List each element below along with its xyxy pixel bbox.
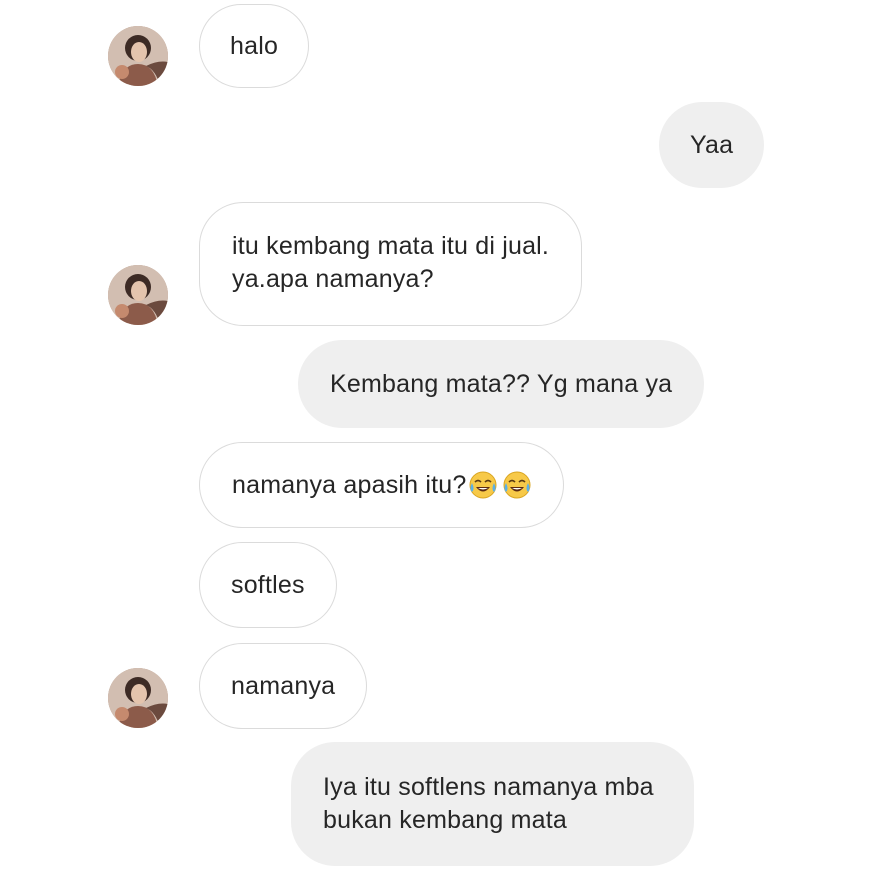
message-bubble-incoming[interactable]: itu kembang mata itu di jual. ya.apa nam… bbox=[199, 202, 583, 326]
message-bubble-outgoing[interactable]: Yaa bbox=[659, 102, 765, 188]
face-with-tears-of-joy-icon bbox=[468, 471, 497, 499]
message-bubble-incoming[interactable]: halo bbox=[199, 4, 310, 88]
message-text: namanya bbox=[231, 671, 336, 700]
avatar[interactable] bbox=[108, 26, 168, 86]
message-text: softles bbox=[231, 570, 305, 599]
message-bubble-incoming[interactable]: softles bbox=[199, 542, 337, 628]
message-text: halo bbox=[230, 31, 279, 60]
avatar[interactable] bbox=[108, 668, 168, 728]
face-with-tears-of-joy-icon bbox=[502, 471, 531, 499]
message-bubble-outgoing[interactable]: Iya itu softlens namanya mba bukan kemba… bbox=[291, 742, 694, 866]
message-text: namanya apasih itu? bbox=[232, 470, 467, 499]
message-text-line: ya.apa namanya? bbox=[232, 265, 434, 293]
message-text-line: Iya itu softlens namanya mba bbox=[323, 773, 654, 801]
message-text: Yaa bbox=[690, 130, 734, 159]
message-bubble-outgoing[interactable]: Kembang mata?? Yg mana ya bbox=[298, 340, 705, 428]
message-bubble-incoming[interactable]: namanya apasih itu? bbox=[199, 442, 564, 528]
message-text: Kembang mata?? Yg mana ya bbox=[330, 369, 673, 398]
message-text-line: itu kembang mata itu di jual. bbox=[232, 232, 550, 260]
message-bubble-incoming[interactable]: namanya bbox=[199, 643, 368, 729]
message-text-line: bukan kembang mata bbox=[323, 806, 568, 834]
avatar[interactable] bbox=[108, 265, 168, 325]
